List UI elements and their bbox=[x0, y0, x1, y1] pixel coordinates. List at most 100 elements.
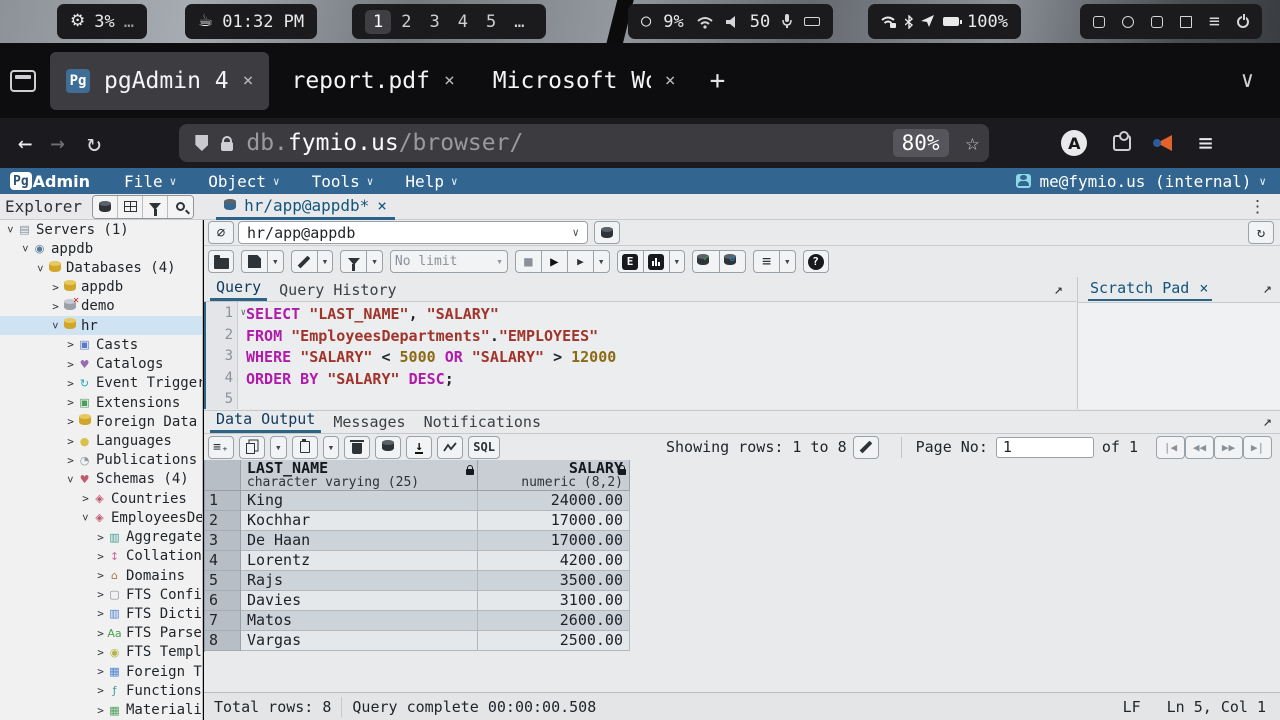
prev-page-button[interactable]: ◀◀ bbox=[1185, 436, 1214, 459]
cell-last-name[interactable]: Lorentz bbox=[241, 551, 478, 571]
expand-icon[interactable]: ↗ bbox=[1054, 280, 1063, 298]
workspace-5[interactable]: 5 bbox=[478, 10, 504, 34]
workspace-1[interactable]: 1 bbox=[365, 10, 391, 34]
cell-last-name[interactable]: Kochhar bbox=[241, 511, 478, 531]
tree-item-domains[interactable]: >⌂Domains bbox=[0, 566, 202, 585]
cell-last-name[interactable]: Davies bbox=[241, 591, 478, 611]
cell-salary[interactable]: 3100.00 bbox=[478, 591, 630, 611]
tree-item-functions[interactable]: >ƒFunctions bbox=[0, 681, 202, 700]
tree-item-fts-parsers[interactable]: >AaFTS Parsers bbox=[0, 624, 202, 643]
tab-overview-icon[interactable] bbox=[10, 70, 36, 92]
row-number-cell[interactable]: 1 bbox=[205, 491, 241, 511]
explorer-db-button[interactable] bbox=[93, 196, 118, 218]
reload-button[interactable]: ↻ bbox=[87, 129, 101, 157]
save-data-button[interactable] bbox=[375, 436, 401, 459]
cell-salary[interactable]: 2600.00 bbox=[478, 611, 630, 631]
shield-icon[interactable] bbox=[195, 135, 208, 151]
browser-tab-3[interactable]: Microsoft Wo× bbox=[477, 52, 692, 110]
rollback-button[interactable]: ↺ bbox=[719, 250, 746, 273]
explain-analyze-button[interactable] bbox=[643, 250, 669, 273]
expand-chevron-icon[interactable]: > bbox=[64, 396, 77, 409]
execute-button[interactable]: ▶ bbox=[541, 250, 567, 273]
extensions-puzzle-icon[interactable] bbox=[1113, 135, 1131, 151]
menu-help[interactable]: Help∨ bbox=[393, 172, 469, 191]
edit-button[interactable] bbox=[291, 250, 317, 273]
dropdown-caret-button[interactable]: ▾ bbox=[366, 250, 383, 273]
tree-item-materialized-views[interactable]: >▦Materialized Views bbox=[0, 700, 202, 719]
close-icon[interactable]: × bbox=[665, 70, 676, 91]
row-number-cell[interactable]: 8 bbox=[205, 631, 241, 651]
close-icon[interactable]: × bbox=[243, 70, 254, 91]
expand-chevron-icon[interactable]: > bbox=[94, 569, 107, 582]
page-number-input[interactable]: 1 bbox=[996, 437, 1094, 458]
menu-tools[interactable]: Tools∨ bbox=[300, 172, 386, 191]
system-indicators[interactable]: 100% bbox=[868, 4, 1021, 39]
tree-item-publications[interactable]: >◔Publications bbox=[0, 451, 202, 470]
connection-select[interactable]: hr/app@appdb ∨ bbox=[238, 221, 588, 244]
collapse-chevron-icon[interactable]: > bbox=[49, 319, 62, 332]
expand-chevron-icon[interactable]: > bbox=[94, 646, 107, 659]
clock-indicator[interactable]: ☕ 01:32 PM bbox=[185, 4, 317, 39]
sql-button[interactable]: SQL bbox=[468, 436, 500, 459]
tray-menu[interactable]: ≡ bbox=[1080, 4, 1262, 39]
edit-rows-button[interactable] bbox=[853, 436, 879, 459]
close-icon[interactable]: × bbox=[377, 196, 387, 215]
expand-chevron-icon[interactable]: > bbox=[64, 454, 77, 467]
expand-chevron-icon[interactable]: > bbox=[64, 415, 77, 428]
execute-script-button[interactable]: ▶ bbox=[567, 250, 593, 273]
row-number-cell[interactable]: 6 bbox=[205, 591, 241, 611]
row-number-cell[interactable]: 3 bbox=[205, 531, 241, 551]
forward-button[interactable]: → bbox=[50, 129, 64, 157]
sql-code[interactable]: SELECT "LAST_NAME", "SALARY"FROM "Employ… bbox=[238, 302, 616, 409]
workspace-4[interactable]: 4 bbox=[450, 10, 476, 34]
cell-last-name[interactable]: Rajs bbox=[241, 571, 478, 591]
tree-item-event-triggers[interactable]: >↻Event Triggers bbox=[0, 374, 202, 393]
tree-item-collations[interactable]: >↕Collations bbox=[0, 547, 202, 566]
scratch-pad-tab[interactable]: Scratch Pad × bbox=[1088, 279, 1212, 301]
browser-tab-2[interactable]: report.pdf× bbox=[275, 52, 470, 110]
row-number-header[interactable] bbox=[205, 460, 241, 490]
eol-indicator[interactable]: LF bbox=[1123, 698, 1141, 716]
dropdown-caret-button[interactable]: ▾ bbox=[779, 250, 796, 273]
tree-item-databases-4-[interactable]: >Databases (4) bbox=[0, 258, 202, 277]
column-header-salary[interactable]: SALARY numeric (8,2) bbox=[478, 460, 630, 490]
expand-icon[interactable]: ↗ bbox=[1263, 279, 1272, 297]
expand-chevron-icon[interactable]: > bbox=[64, 377, 77, 390]
collapse-chevron-icon[interactable]: > bbox=[19, 242, 32, 255]
explain-button[interactable]: E bbox=[617, 250, 643, 273]
dropdown-caret-button[interactable]: ▾ bbox=[317, 250, 334, 273]
download-csv-button[interactable]: ↓ bbox=[406, 436, 432, 459]
lock-icon[interactable] bbox=[221, 142, 233, 151]
collapse-chevron-icon[interactable]: > bbox=[79, 511, 92, 524]
dropdown-caret-button[interactable]: ▾ bbox=[593, 250, 610, 273]
workspace-3[interactable]: 3 bbox=[422, 10, 448, 34]
row-number-cell[interactable]: 4 bbox=[205, 551, 241, 571]
expand-chevron-icon[interactable]: > bbox=[94, 665, 107, 678]
tree-item-hr[interactable]: >hr bbox=[0, 316, 202, 335]
cell-last-name[interactable]: King bbox=[241, 491, 478, 511]
open-file-button[interactable] bbox=[208, 250, 234, 273]
expand-chevron-icon[interactable]: > bbox=[94, 550, 107, 563]
tree-item-appdb[interactable]: >◉appdb bbox=[0, 239, 202, 258]
expand-chevron-icon[interactable]: > bbox=[64, 358, 77, 371]
tree-item-schemas-4-[interactable]: >♥Schemas (4) bbox=[0, 470, 202, 489]
cursor-position[interactable]: Ln 5, Col 1 bbox=[1167, 698, 1266, 716]
list-all-tabs-chevron-icon[interactable]: ∨ bbox=[1241, 68, 1254, 93]
expand-chevron-icon[interactable]: > bbox=[79, 492, 92, 505]
column-header-last-name[interactable]: LAST_NAME character varying (25) bbox=[241, 460, 478, 490]
tree-item-countries[interactable]: >◈Countries bbox=[0, 489, 202, 508]
expand-icon[interactable]: ↗ bbox=[1263, 412, 1272, 430]
cell-salary[interactable]: 17000.00 bbox=[478, 511, 630, 531]
cell-salary[interactable]: 4200.00 bbox=[478, 551, 630, 571]
row-number-cell[interactable]: 2 bbox=[205, 511, 241, 531]
expand-chevron-icon[interactable]: > bbox=[64, 435, 77, 448]
expand-chevron-icon[interactable]: > bbox=[94, 627, 107, 640]
expand-chevron-icon[interactable]: > bbox=[94, 704, 107, 717]
explorer-grid-button[interactable] bbox=[118, 196, 143, 218]
tree-item-appdb[interactable]: >appdb bbox=[0, 278, 202, 297]
last-page-button[interactable]: ▶| bbox=[1243, 436, 1272, 459]
expand-chevron-icon[interactable]: > bbox=[49, 300, 62, 313]
cpu-indicator[interactable]: ⚙ 3% … bbox=[57, 4, 147, 39]
tab-data-output[interactable]: Data Output bbox=[210, 408, 321, 433]
next-page-button[interactable]: ▶▶ bbox=[1214, 436, 1243, 459]
